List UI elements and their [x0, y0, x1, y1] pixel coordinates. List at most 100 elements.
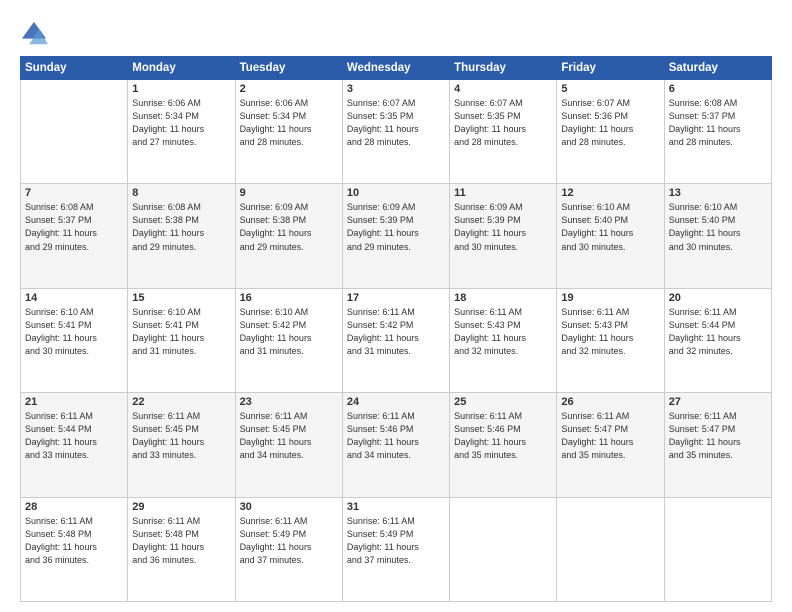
- day-number: 30: [240, 501, 338, 513]
- day-number: 24: [347, 396, 445, 408]
- day-number: 19: [561, 292, 659, 304]
- day-cell: 14Sunrise: 6:10 AMSunset: 5:41 PMDayligh…: [21, 288, 128, 392]
- day-number: 8: [132, 187, 230, 199]
- day-number: 16: [240, 292, 338, 304]
- day-info: Sunrise: 6:11 AMSunset: 5:47 PMDaylight:…: [669, 410, 767, 462]
- day-info: Sunrise: 6:09 AMSunset: 5:38 PMDaylight:…: [240, 201, 338, 253]
- day-cell: 12Sunrise: 6:10 AMSunset: 5:40 PMDayligh…: [557, 184, 664, 288]
- weekday-sunday: Sunday: [21, 57, 128, 80]
- day-cell: 17 Sunrise: 6:11 AMSunset: 5:42 PMDayligh…: [342, 288, 449, 392]
- day-number: 13: [669, 187, 767, 199]
- day-number: 4: [454, 83, 552, 95]
- day-info: Sunrise: 6:11 AMSunset: 5:49 PMDaylight:…: [347, 515, 445, 567]
- day-number: 26: [561, 396, 659, 408]
- day-cell: 29 Sunrise: 6:11 AMSunset: 5:48 PMDayligh…: [128, 497, 235, 601]
- day-number: 1: [132, 83, 230, 95]
- week-row-3: 14Sunrise: 6:10 AMSunset: 5:41 PMDayligh…: [21, 288, 772, 392]
- day-cell: [450, 497, 557, 601]
- day-cell: 1 Sunrise: 6:06 AMSunset: 5:34 PMDaylight…: [128, 80, 235, 184]
- day-number: 7: [25, 187, 123, 199]
- day-info: Sunrise: 6:11 AMSunset: 5:44 PMDaylight:…: [25, 410, 123, 462]
- day-info: Sunrise: 6:10 AMSunset: 5:42 PMDaylight:…: [240, 306, 338, 358]
- week-row-1: 1 Sunrise: 6:06 AMSunset: 5:34 PMDaylight…: [21, 80, 772, 184]
- header: [20, 16, 772, 48]
- day-cell: 3Sunrise: 6:07 AMSunset: 5:35 PMDaylight…: [342, 80, 449, 184]
- day-cell: 16 Sunrise: 6:10 AMSunset: 5:42 PMDayligh…: [235, 288, 342, 392]
- day-cell: [664, 497, 771, 601]
- day-info: Sunrise: 6:07 AMSunset: 5:36 PMDaylight:…: [561, 97, 659, 149]
- day-info: Sunrise: 6:11 AMSunset: 5:43 PMDaylight:…: [561, 306, 659, 358]
- day-number: 31: [347, 501, 445, 513]
- day-info: Sunrise: 6:11 AMSunset: 5:46 PMDaylight:…: [454, 410, 552, 462]
- week-row-2: 7 Sunrise: 6:08 AMSunset: 5:37 PMDaylight…: [21, 184, 772, 288]
- day-info: Sunrise: 6:11 AMSunset: 5:42 PMDaylight:…: [347, 306, 445, 358]
- day-number: 12: [561, 187, 659, 199]
- calendar-table: SundayMondayTuesdayWednesdayThursdayFrid…: [20, 56, 772, 602]
- day-info: Sunrise: 6:10 AMSunset: 5:41 PMDaylight:…: [25, 306, 123, 358]
- day-number: 5: [561, 83, 659, 95]
- day-cell: 2 Sunrise: 6:06 AMSunset: 5:34 PMDaylight…: [235, 80, 342, 184]
- day-info: Sunrise: 6:09 AMSunset: 5:39 PMDaylight:…: [454, 201, 552, 253]
- week-row-4: 21Sunrise: 6:11 AMSunset: 5:44 PMDayligh…: [21, 393, 772, 497]
- week-row-5: 28Sunrise: 6:11 AMSunset: 5:48 PMDayligh…: [21, 497, 772, 601]
- day-cell: 27 Sunrise: 6:11 AMSunset: 5:47 PMDayligh…: [664, 393, 771, 497]
- day-cell: 15Sunrise: 6:10 AMSunset: 5:41 PMDayligh…: [128, 288, 235, 392]
- day-number: 17: [347, 292, 445, 304]
- day-info: Sunrise: 6:10 AMSunset: 5:40 PMDaylight:…: [669, 201, 767, 253]
- day-cell: 24Sunrise: 6:11 AMSunset: 5:46 PMDayligh…: [342, 393, 449, 497]
- day-info: Sunrise: 6:06 AMSunset: 5:34 PMDaylight:…: [132, 97, 230, 149]
- day-info: Sunrise: 6:11 AMSunset: 5:45 PMDaylight:…: [240, 410, 338, 462]
- day-number: 10: [347, 187, 445, 199]
- day-info: Sunrise: 6:08 AMSunset: 5:37 PMDaylight:…: [669, 97, 767, 149]
- calendar-body: 1 Sunrise: 6:06 AMSunset: 5:34 PMDaylight…: [21, 80, 772, 602]
- day-info: Sunrise: 6:11 AMSunset: 5:45 PMDaylight:…: [132, 410, 230, 462]
- day-cell: 5 Sunrise: 6:07 AMSunset: 5:36 PMDaylight…: [557, 80, 664, 184]
- day-cell: 11 Sunrise: 6:09 AMSunset: 5:39 PMDayligh…: [450, 184, 557, 288]
- day-info: Sunrise: 6:11 AMSunset: 5:47 PMDaylight:…: [561, 410, 659, 462]
- day-cell: 19 Sunrise: 6:11 AMSunset: 5:43 PMDayligh…: [557, 288, 664, 392]
- weekday-tuesday: Tuesday: [235, 57, 342, 80]
- day-cell: 7 Sunrise: 6:08 AMSunset: 5:37 PMDaylight…: [21, 184, 128, 288]
- day-cell: [21, 80, 128, 184]
- day-info: Sunrise: 6:08 AMSunset: 5:38 PMDaylight:…: [132, 201, 230, 253]
- day-info: Sunrise: 6:06 AMSunset: 5:34 PMDaylight:…: [240, 97, 338, 149]
- day-info: Sunrise: 6:10 AMSunset: 5:41 PMDaylight:…: [132, 306, 230, 358]
- weekday-header-row: SundayMondayTuesdayWednesdayThursdayFrid…: [21, 57, 772, 80]
- day-info: Sunrise: 6:11 AMSunset: 5:48 PMDaylight:…: [25, 515, 123, 567]
- day-info: Sunrise: 6:08 AMSunset: 5:37 PMDaylight:…: [25, 201, 123, 253]
- day-number: 11: [454, 187, 552, 199]
- day-number: 9: [240, 187, 338, 199]
- day-cell: 8 Sunrise: 6:08 AMSunset: 5:38 PMDaylight…: [128, 184, 235, 288]
- day-cell: 13 Sunrise: 6:10 AMSunset: 5:40 PMDayligh…: [664, 184, 771, 288]
- day-cell: [557, 497, 664, 601]
- day-number: 25: [454, 396, 552, 408]
- day-number: 29: [132, 501, 230, 513]
- day-info: Sunrise: 6:11 AMSunset: 5:49 PMDaylight:…: [240, 515, 338, 567]
- day-number: 2: [240, 83, 338, 95]
- day-number: 23: [240, 396, 338, 408]
- day-info: Sunrise: 6:11 AMSunset: 5:48 PMDaylight:…: [132, 515, 230, 567]
- day-cell: 25 Sunrise: 6:11 AMSunset: 5:46 PMDayligh…: [450, 393, 557, 497]
- logo: [20, 20, 52, 48]
- day-info: Sunrise: 6:09 AMSunset: 5:39 PMDaylight:…: [347, 201, 445, 253]
- weekday-saturday: Saturday: [664, 57, 771, 80]
- day-cell: 10 Sunrise: 6:09 AMSunset: 5:39 PMDayligh…: [342, 184, 449, 288]
- day-number: 18: [454, 292, 552, 304]
- day-cell: 6Sunrise: 6:08 AMSunset: 5:37 PMDaylight…: [664, 80, 771, 184]
- weekday-monday: Monday: [128, 57, 235, 80]
- day-cell: 28Sunrise: 6:11 AMSunset: 5:48 PMDayligh…: [21, 497, 128, 601]
- weekday-friday: Friday: [557, 57, 664, 80]
- day-info: Sunrise: 6:11 AMSunset: 5:43 PMDaylight:…: [454, 306, 552, 358]
- day-cell: 23 Sunrise: 6:11 AMSunset: 5:45 PMDayligh…: [235, 393, 342, 497]
- day-cell: 30 Sunrise: 6:11 AMSunset: 5:49 PMDayligh…: [235, 497, 342, 601]
- day-cell: 20Sunrise: 6:11 AMSunset: 5:44 PMDayligh…: [664, 288, 771, 392]
- day-number: 3: [347, 83, 445, 95]
- day-cell: 22Sunrise: 6:11 AMSunset: 5:45 PMDayligh…: [128, 393, 235, 497]
- day-cell: 26 Sunrise: 6:11 AMSunset: 5:47 PMDayligh…: [557, 393, 664, 497]
- day-number: 20: [669, 292, 767, 304]
- day-number: 27: [669, 396, 767, 408]
- logo-icon: [20, 20, 48, 48]
- weekday-thursday: Thursday: [450, 57, 557, 80]
- day-cell: 9 Sunrise: 6:09 AMSunset: 5:38 PMDaylight…: [235, 184, 342, 288]
- day-cell: 4Sunrise: 6:07 AMSunset: 5:35 PMDaylight…: [450, 80, 557, 184]
